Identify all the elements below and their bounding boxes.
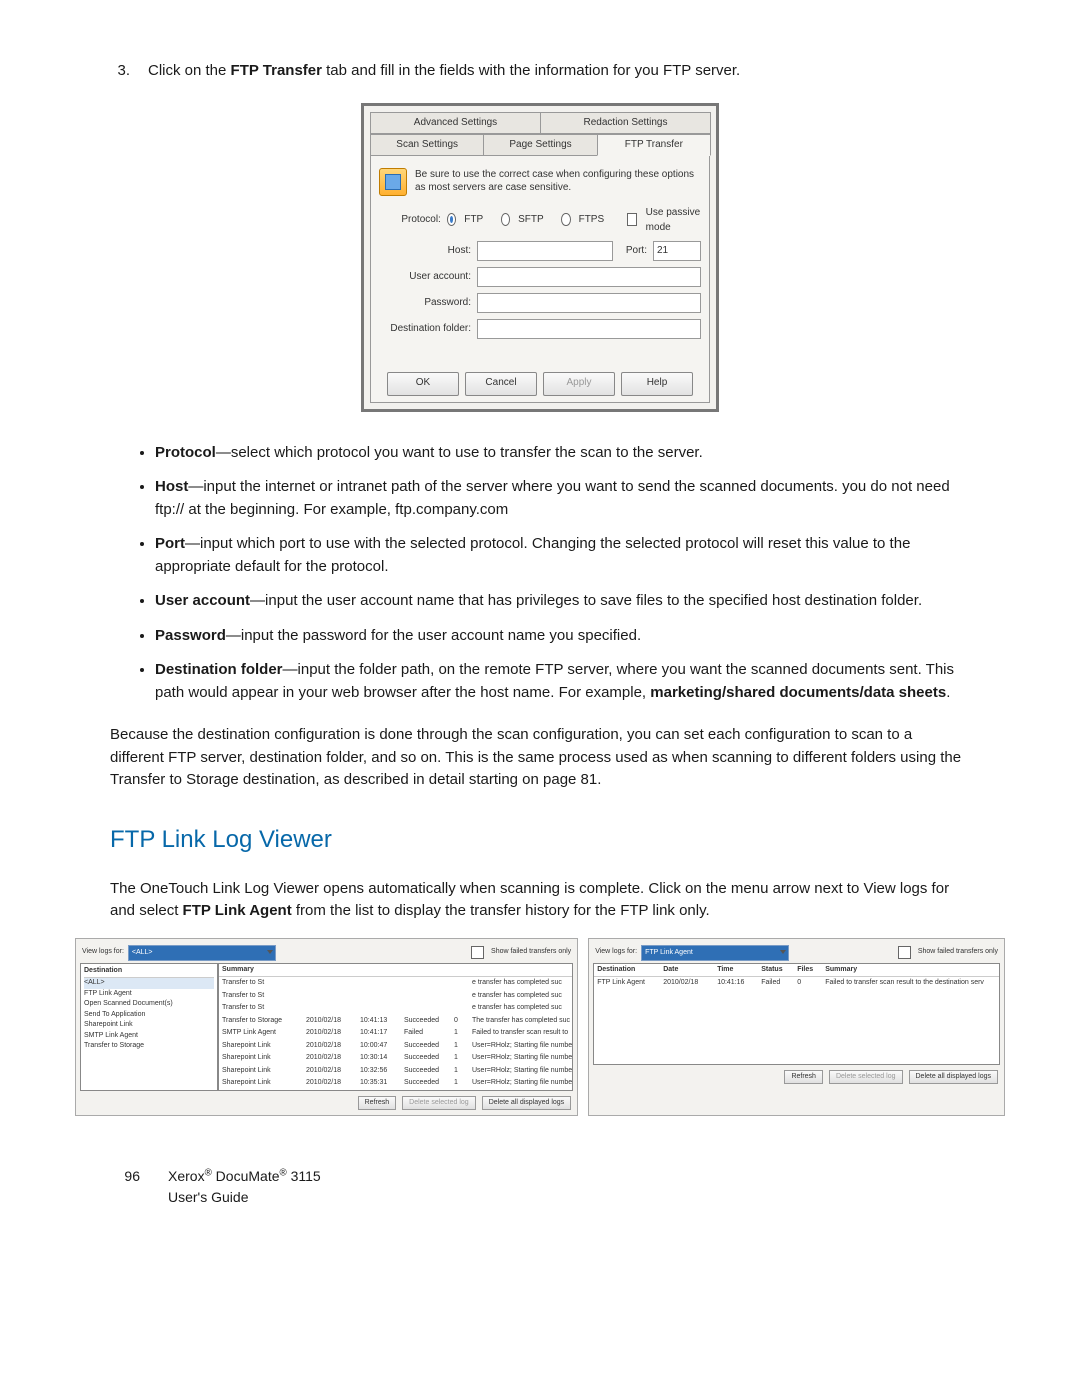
bullet-user: User account—input the user account name… (155, 590, 970, 613)
refresh-button-right[interactable]: Refresh (784, 1070, 823, 1085)
bullet-protocol: Protocol—select which protocol you want … (155, 442, 970, 465)
chevron-down-icon (780, 950, 786, 954)
page-footer: 96 Xerox® DocuMate® 3115 User's Guide (110, 1166, 970, 1208)
table-row[interactable]: Sharepoint Link2010/02/1810:32:56Succeed… (219, 1065, 572, 1078)
log-panel-all: View logs for: <ALL> Show failed transfe… (75, 938, 578, 1117)
password-input[interactable] (477, 293, 701, 313)
tab-page[interactable]: Page Settings (483, 134, 597, 156)
table-row[interactable]: Transfer to Storage2010/02/1810:41:13Suc… (219, 1015, 572, 1028)
table-row[interactable]: FTP Link Agent 2010/02/18 10:41:16 Faile… (594, 977, 999, 990)
table-row[interactable]: Transfer to Ste transfer has completed s… (219, 977, 572, 990)
dropdown-list-left: Destination <ALL> FTP Link Agent Open Sc… (80, 963, 218, 1091)
chevron-down-icon (267, 950, 273, 954)
bullet-password: Password—input the password for the user… (155, 625, 970, 648)
product-name: Xerox® DocuMate® 3115 (168, 1166, 321, 1187)
log-panel-ftp: View logs for: FTP Link Agent Show faile… (588, 938, 1005, 1117)
protocol-row: Protocol: FTP SFTP FTPS Use passive mode (375, 202, 705, 238)
table-row[interactable]: Sharepoint Link2010/02/1810:30:14Succeed… (219, 1052, 572, 1065)
paragraph-config: Because the destination configuration is… (110, 724, 970, 792)
table-row[interactable]: Sharepoint Link2010/02/1810:00:47Succeed… (219, 1040, 572, 1053)
viewfor-dropdown-left[interactable]: <ALL> (128, 945, 276, 961)
radio-sftp[interactable] (501, 213, 510, 226)
destination-input[interactable] (477, 319, 701, 339)
tab-advanced[interactable]: Advanced Settings (370, 112, 541, 134)
ftp-transfer-dialog: Advanced Settings Redaction Settings Sca… (361, 103, 719, 412)
checkbox-failedonly-left[interactable] (471, 946, 484, 959)
delete-all-button-right[interactable]: Delete all displayed logs (909, 1070, 999, 1085)
log-viewer-screenshots: View logs for: <ALL> Show failed transfe… (75, 938, 1005, 1117)
step-3: 3. Click on the FTP Transfer tab and fil… (110, 60, 970, 83)
bullet-host: Host—input the internet or intranet path… (155, 476, 970, 521)
tab-ftp[interactable]: FTP Transfer (597, 134, 711, 156)
delete-selected-button-left[interactable]: Delete selected log (402, 1096, 476, 1111)
viewfor-dropdown-right[interactable]: FTP Link Agent (641, 945, 789, 961)
table-row[interactable]: SMTP Link Agent2010/02/1810:41:17Failed1… (219, 1027, 572, 1040)
user-input[interactable] (477, 267, 701, 287)
table-row[interactable]: Transfer to Ste transfer has completed s… (219, 990, 572, 1003)
paragraph-logviewer: The OneTouch Link Log Viewer opens autom… (110, 878, 970, 923)
page-number: 96 (110, 1166, 140, 1187)
help-button[interactable]: Help (621, 372, 693, 396)
host-input[interactable] (477, 241, 613, 261)
step-text: Click on the FTP Transfer tab and fill i… (148, 60, 740, 83)
tab-row-top: Advanced Settings Redaction Settings (370, 112, 710, 134)
apply-button[interactable]: Apply (543, 372, 615, 396)
tab-scan[interactable]: Scan Settings (370, 134, 484, 156)
tab-redaction[interactable]: Redaction Settings (540, 112, 711, 134)
radio-ftps[interactable] (561, 213, 570, 226)
doc-title: User's Guide (168, 1187, 321, 1208)
step-number: 3. (110, 60, 130, 83)
radio-ftp[interactable] (447, 213, 456, 226)
tab-row-bottom: Scan Settings Page Settings FTP Transfer (370, 134, 710, 156)
bullet-destination: Destination folder—input the folder path… (155, 659, 970, 704)
cancel-button[interactable]: Cancel (465, 372, 537, 396)
delete-selected-button-right[interactable]: Delete selected log (829, 1070, 903, 1085)
port-input[interactable]: 21 (653, 241, 701, 261)
table-row[interactable]: Sharepoint Link2010/02/1810:35:31Succeed… (219, 1077, 572, 1090)
checkbox-passive[interactable] (627, 213, 636, 226)
case-sensitive-note: Be sure to use the correct case when con… (375, 160, 705, 202)
note-icon (379, 168, 407, 196)
field-descriptions: Protocol—select which protocol you want … (110, 442, 970, 705)
bullet-port: Port—input which port to use with the se… (155, 533, 970, 578)
delete-all-button-left[interactable]: Delete all displayed logs (482, 1096, 572, 1111)
table-row[interactable]: Transfer to Ste transfer has completed s… (219, 1002, 572, 1015)
refresh-button-left[interactable]: Refresh (358, 1096, 397, 1111)
heading-log-viewer: FTP Link Log Viewer (110, 822, 970, 858)
ok-button[interactable]: OK (387, 372, 459, 396)
checkbox-failedonly-right[interactable] (898, 946, 911, 959)
